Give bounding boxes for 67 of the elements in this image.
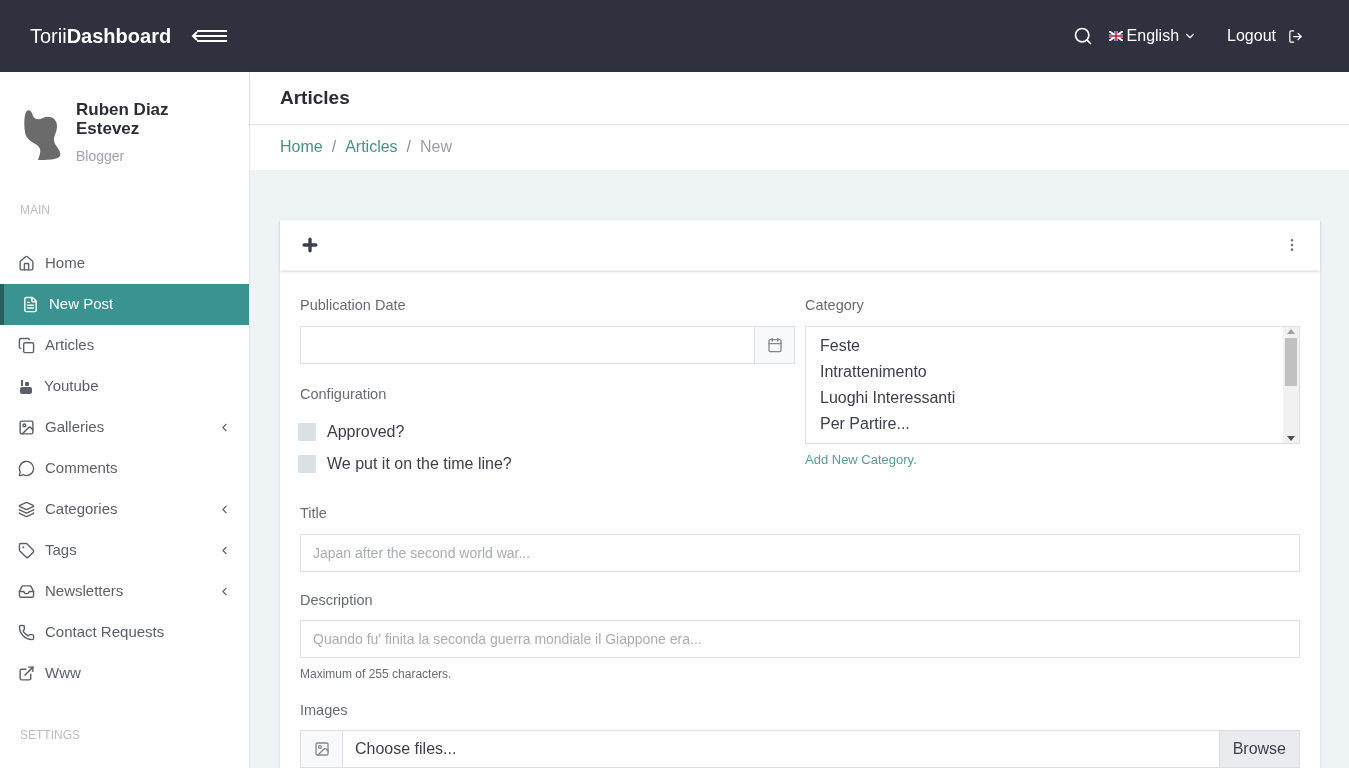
flag-icon: [1108, 31, 1123, 41]
menu-icon: [18, 378, 34, 395]
menu-icon: [18, 542, 35, 559]
menu-icon: [18, 419, 35, 436]
section-heading: MAIN: [19, 202, 51, 219]
category-option[interactable]: Luoghi Interessanti: [810, 385, 1279, 411]
category-listbox[interactable]: Feste Intrattenimento Luoghi Interessanti Per Partire...: [805, 326, 1300, 444]
browse-button[interactable]: Browse: [1218, 731, 1299, 767]
checkbox-label: Approved?: [327, 421, 405, 442]
file-field[interactable]: Choose files... Browse: [300, 730, 1300, 768]
menu-toggle-icon[interactable]: [191, 28, 228, 44]
user-role: Blogger: [76, 147, 126, 166]
menu-icon: [18, 337, 35, 354]
title-field[interactable]: Japan after the second world war...: [300, 533, 1300, 572]
sidebar-item[interactable]: New Post: [0, 284, 249, 325]
sidebar-item[interactable]: Www: [0, 653, 249, 694]
menu-icon: [22, 296, 39, 313]
sidebar-item[interactable]: Articles: [0, 325, 249, 366]
checkbox[interactable]: [298, 422, 316, 441]
sidebar-item[interactable]: Categories: [0, 489, 249, 530]
breadcrumb-item: New: [420, 137, 453, 158]
logout-button[interactable]: Logout: [1227, 24, 1303, 48]
menu-icon: [18, 624, 35, 641]
category-option[interactable]: Per Partire...: [810, 411, 1279, 437]
language-selector[interactable]: English: [1108, 24, 1198, 48]
sidebar-item[interactable]: Contact Requests: [0, 612, 249, 653]
menu-icon: [18, 255, 35, 272]
calendar-icon[interactable]: [766, 337, 783, 353]
scroll-down-icon[interactable]: [1287, 436, 1295, 441]
menu-icon: [18, 665, 35, 682]
sidebar-item[interactable]: Newsletters: [0, 571, 249, 612]
field-label: Title: [300, 503, 328, 523]
sidebar-item[interactable]: Tags: [0, 530, 249, 571]
checkbox-label: We put it on the time line?: [327, 453, 512, 474]
date-field[interactable]: [300, 326, 795, 364]
sidebar-item[interactable]: Home: [0, 243, 249, 284]
field-label: Description: [300, 590, 374, 610]
file-field-placeholder: Choose files...: [354, 739, 458, 759]
field-label: Publication Date: [300, 296, 407, 316]
scrollbar[interactable]: [1283, 327, 1299, 443]
sidebar-item[interactable]: Youtube: [0, 366, 249, 407]
breadcrumb-item[interactable]: Articles: [345, 135, 398, 160]
breadcrumb-separator: /: [406, 137, 412, 158]
menu-icon: [18, 501, 35, 518]
page-title: Articles: [280, 85, 350, 110]
menu-icon: [18, 583, 35, 600]
image-icon: [313, 741, 330, 757]
checkbox[interactable]: [298, 454, 316, 473]
sidebar-item[interactable]: Comments: [0, 448, 249, 489]
logout-icon: [1288, 28, 1303, 44]
search-icon[interactable]: [1072, 26, 1093, 46]
breadcrumb-separator: /: [331, 137, 337, 158]
field-label: Category: [805, 296, 865, 316]
add-category-link[interactable]: Add New Category.: [805, 450, 1300, 470]
logo[interactable]: ToriiDashboard: [30, 21, 172, 51]
category-option[interactable]: Feste: [810, 333, 1279, 359]
category-option[interactable]: Intrattenimento: [810, 359, 1279, 385]
user-name: Ruben Diaz Estevez: [76, 100, 170, 138]
section-heading: SETTINGS: [19, 727, 81, 744]
scroll-up-icon[interactable]: [1287, 329, 1295, 334]
field-label: Images: [300, 701, 349, 721]
field-label: Configuration: [300, 385, 388, 404]
description-field[interactable]: Quando fu' finita la seconda guerra mondiale il Giappone era...: [300, 620, 1300, 659]
breadcrumb-item[interactable]: Home: [280, 135, 323, 160]
help-text: Maximum of 255 characters.: [300, 666, 453, 684]
menu-icon: [18, 460, 35, 477]
sidebar-item[interactable]: Galleries: [0, 407, 249, 448]
